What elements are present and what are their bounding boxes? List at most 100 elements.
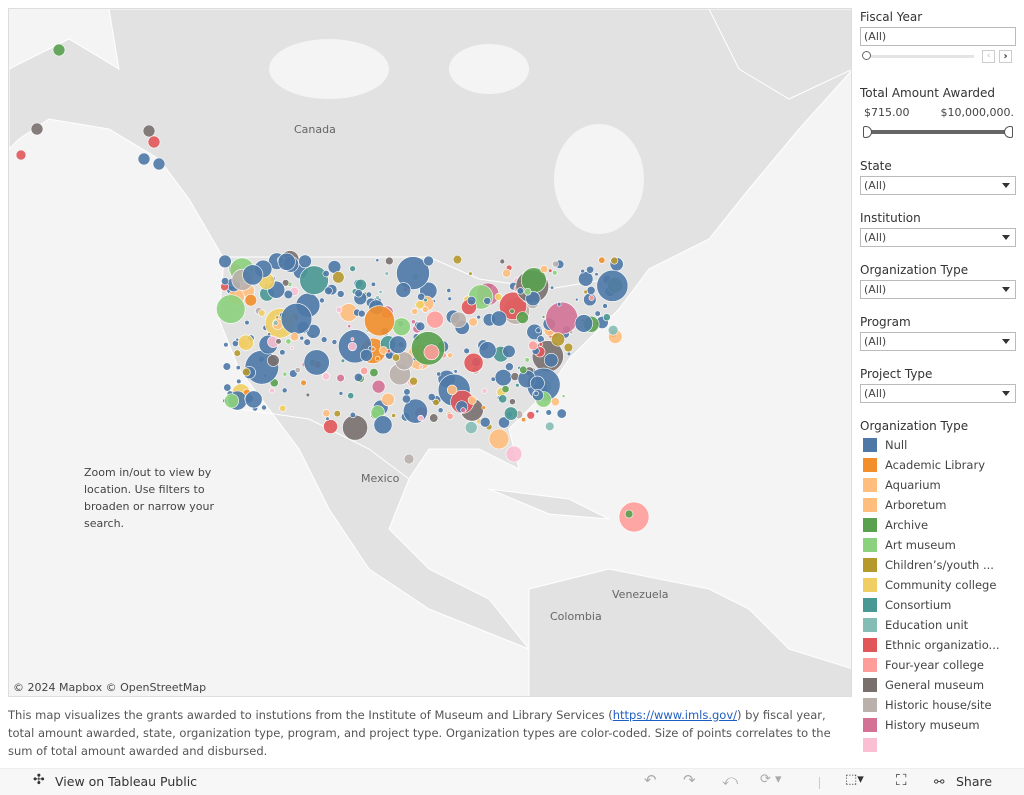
grant-point[interactable] (539, 264, 549, 274)
grant-point[interactable] (602, 313, 611, 322)
grant-point[interactable] (624, 509, 634, 519)
grant-point[interactable] (370, 346, 376, 352)
map-attribution[interactable]: © 2024 Mapbox © OpenStreetMap (13, 681, 206, 694)
grant-point[interactable] (283, 289, 294, 300)
imls-link[interactable]: https://www.imls.gov/ (613, 708, 737, 722)
grant-point[interactable] (299, 335, 305, 341)
grant-point[interactable] (298, 254, 312, 269)
grant-point[interactable] (468, 317, 478, 327)
legend-item[interactable]: Four-year college (860, 655, 1016, 675)
grant-point[interactable] (242, 367, 251, 377)
grant-point[interactable] (429, 413, 439, 423)
grant-point[interactable] (526, 411, 535, 420)
map[interactable]: Canada Mexico Colombia Venezuela Zoom in… (8, 8, 852, 697)
grant-point[interactable] (463, 347, 470, 355)
grant-point[interactable] (335, 306, 343, 313)
grant-point[interactable] (338, 391, 344, 396)
grant-point[interactable] (594, 310, 601, 317)
grant-point[interactable] (237, 334, 254, 351)
grant-point[interactable] (437, 407, 444, 414)
grant-point[interactable] (279, 404, 287, 412)
grant-point[interactable] (545, 421, 555, 432)
grant-point[interactable] (142, 124, 156, 138)
grant-point[interactable] (423, 344, 440, 361)
legend-item[interactable]: General museum (860, 675, 1016, 695)
grant-point[interactable] (216, 294, 246, 324)
grant-point[interactable] (375, 258, 380, 263)
grant-point[interactable] (519, 365, 528, 374)
grant-point[interactable] (594, 272, 599, 277)
grant-point[interactable] (545, 301, 579, 335)
amount-slider[interactable] (860, 125, 1016, 141)
grant-point[interactable] (236, 378, 242, 384)
legend-item[interactable]: Null (860, 435, 1016, 455)
legend-item[interactable]: Art museum (860, 535, 1016, 555)
legend-item[interactable]: Archive (860, 515, 1016, 535)
grant-point[interactable] (269, 387, 275, 394)
grant-point[interactable] (379, 346, 388, 355)
grant-point[interactable] (552, 260, 559, 268)
legend-item[interactable]: Ethnic organizatio... (860, 635, 1016, 655)
grant-point[interactable] (563, 342, 574, 353)
grant-point[interactable] (385, 256, 394, 266)
grant-point[interactable] (460, 407, 466, 413)
grant-point[interactable] (353, 372, 363, 382)
legend-item[interactable]: Community college (860, 575, 1016, 595)
grant-point[interactable] (481, 405, 486, 410)
grant-point[interactable] (391, 413, 397, 418)
legend-item[interactable]: Historic house/site (860, 695, 1016, 715)
grant-point[interactable] (550, 285, 555, 290)
grant-point[interactable] (446, 412, 454, 420)
grant-point[interactable] (357, 309, 366, 318)
grant-point[interactable] (152, 157, 166, 171)
grant-point[interactable] (52, 43, 66, 57)
grant-point[interactable] (359, 348, 373, 362)
grant-point[interactable] (364, 305, 395, 337)
grant-point[interactable] (354, 278, 367, 292)
legend-item[interactable]: Aquarium (860, 475, 1016, 495)
grant-point[interactable] (535, 409, 540, 414)
grant-point[interactable] (374, 355, 381, 362)
grant-point[interactable] (303, 338, 311, 346)
grant-point[interactable] (610, 256, 619, 265)
grant-point[interactable] (333, 410, 341, 418)
grant-point[interactable] (417, 414, 424, 422)
grant-point[interactable] (483, 296, 492, 305)
grant-point[interactable] (371, 379, 386, 394)
grant-point[interactable] (30, 122, 44, 136)
grant-point[interactable] (453, 369, 458, 374)
grant-point[interactable] (502, 268, 512, 278)
grant-point[interactable] (479, 416, 491, 428)
org-type-dropdown[interactable]: (All) (860, 280, 1016, 299)
grant-point[interactable] (505, 362, 514, 372)
grant-point[interactable] (556, 408, 567, 419)
grant-point[interactable] (501, 385, 510, 394)
legend-item[interactable]: Children’s/youth ... (860, 555, 1016, 575)
grant-point[interactable] (588, 294, 595, 301)
grant-point[interactable] (574, 297, 579, 302)
grant-point[interactable] (224, 393, 239, 409)
grant-point[interactable] (322, 372, 331, 381)
grant-point[interactable] (436, 371, 442, 377)
grant-point[interactable] (548, 268, 553, 273)
grant-point[interactable] (463, 352, 484, 373)
grant-point[interactable] (290, 345, 295, 350)
grant-point[interactable] (516, 311, 529, 324)
share-icon[interactable]: ⚯ (934, 774, 944, 789)
grant-point[interactable] (490, 376, 496, 382)
grant-point[interactable] (401, 394, 411, 404)
grant-point[interactable] (409, 376, 418, 386)
project-type-dropdown[interactable]: (All) (860, 384, 1016, 403)
grant-point[interactable] (403, 453, 415, 465)
grant-point[interactable] (279, 349, 286, 356)
download-icon[interactable]: ⬚▾ (845, 772, 864, 787)
grant-point[interactable] (267, 354, 280, 367)
grant-point[interactable] (336, 290, 345, 298)
program-dropdown[interactable]: (All) (860, 332, 1016, 351)
grant-point[interactable] (280, 303, 313, 335)
grant-point[interactable] (556, 302, 562, 307)
redo-icon[interactable]: ↷ (683, 771, 696, 789)
grant-point[interactable] (233, 349, 241, 357)
grant-point[interactable] (422, 306, 429, 313)
grant-point[interactable] (552, 270, 558, 276)
